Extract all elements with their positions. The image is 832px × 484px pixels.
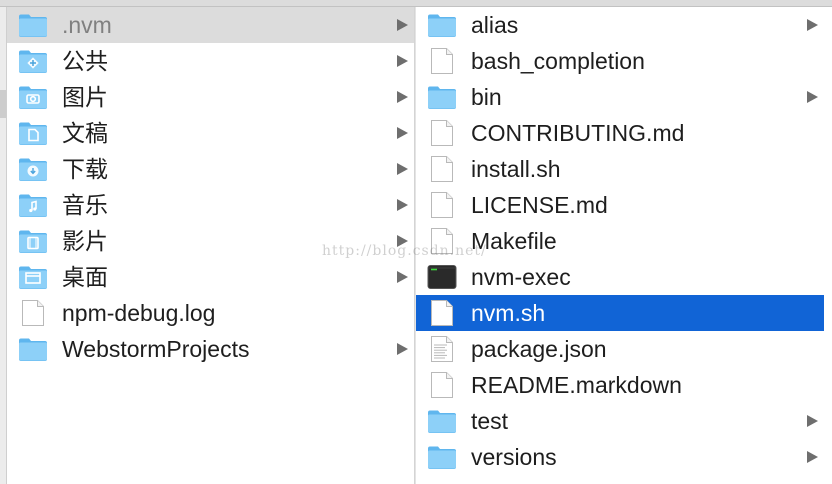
file-row[interactable]: LICENSE.md xyxy=(416,187,824,223)
chevron-right-icon[interactable] xyxy=(397,19,408,31)
chevron-right-icon[interactable] xyxy=(807,91,818,103)
file-row[interactable]: Makefile xyxy=(416,223,824,259)
public-folder-icon xyxy=(18,48,48,74)
desktop-folder-icon xyxy=(18,264,48,290)
item-label: 文稿 xyxy=(62,120,108,146)
folder-row[interactable]: WebstormProjects xyxy=(7,331,414,367)
finder-column-home: .nvm 公共图片文稿下载音乐影片桌面 npm-debug.log WebstormP… xyxy=(7,7,414,367)
file-icon xyxy=(427,120,457,146)
folder-row[interactable]: 桌面 xyxy=(7,259,414,295)
folder-icon xyxy=(18,12,48,38)
folder-icon xyxy=(427,12,457,38)
item-label: npm-debug.log xyxy=(62,300,216,326)
folder-row[interactable]: versions xyxy=(416,439,824,475)
item-label: 公共 xyxy=(62,48,108,74)
folder-row[interactable]: 图片 xyxy=(7,79,414,115)
chevron-right-icon[interactable] xyxy=(807,19,818,31)
chevron-right-icon[interactable] xyxy=(397,343,408,355)
movies-folder-icon xyxy=(18,228,48,254)
folder-row[interactable]: 文稿 xyxy=(7,115,414,151)
chevron-right-icon[interactable] xyxy=(397,91,408,103)
folder-icon xyxy=(427,408,457,434)
item-label: 影片 xyxy=(62,228,108,254)
chevron-right-icon[interactable] xyxy=(397,55,408,67)
file-row[interactable]: nvm-exec xyxy=(416,259,824,295)
file-row[interactable]: nvm.sh xyxy=(416,295,824,331)
window-top-edge xyxy=(0,0,832,7)
item-label: versions xyxy=(471,444,557,470)
folder-icon xyxy=(427,84,457,110)
file-icon xyxy=(427,300,457,326)
item-label: 音乐 xyxy=(62,192,108,218)
text-file-icon xyxy=(427,336,457,362)
pictures-folder-icon xyxy=(18,84,48,110)
item-label: nvm-exec xyxy=(471,264,571,290)
file-row[interactable]: package.json xyxy=(416,331,824,367)
item-label: bash_completion xyxy=(471,48,645,74)
file-row[interactable]: README.markdown xyxy=(416,367,824,403)
file-row[interactable]: npm-debug.log xyxy=(7,295,414,331)
file-icon xyxy=(18,300,48,326)
item-label: WebstormProjects xyxy=(62,336,250,362)
chevron-right-icon[interactable] xyxy=(807,451,818,463)
file-icon xyxy=(427,372,457,398)
chevron-right-icon[interactable] xyxy=(397,163,408,175)
file-row[interactable]: bash_completion xyxy=(416,43,824,79)
downloads-folder-icon xyxy=(18,156,48,182)
music-folder-icon xyxy=(18,192,48,218)
file-icon xyxy=(427,156,457,182)
item-label: test xyxy=(471,408,509,434)
item-label: nvm.sh xyxy=(471,300,546,326)
documents-folder-icon xyxy=(18,120,48,146)
terminal-icon xyxy=(427,264,457,290)
folder-row[interactable]: bin xyxy=(416,79,824,115)
folder-row[interactable]: .nvm xyxy=(7,7,414,43)
folder-row[interactable]: 音乐 xyxy=(7,187,414,223)
chevron-right-icon[interactable] xyxy=(397,199,408,211)
folder-row[interactable]: alias xyxy=(416,7,824,43)
item-label: 图片 xyxy=(62,84,108,110)
file-row[interactable]: install.sh xyxy=(416,151,824,187)
chevron-right-icon[interactable] xyxy=(397,271,408,283)
window-left-edge xyxy=(0,7,7,484)
chevron-right-icon[interactable] xyxy=(397,235,408,247)
item-label: .nvm xyxy=(62,12,112,38)
item-label: README.markdown xyxy=(471,372,682,398)
file-icon xyxy=(427,48,457,74)
folder-row[interactable]: 公共 xyxy=(7,43,414,79)
finder-column-nvm: alias bash_completionbin CONTRIBUTING.md in… xyxy=(416,7,824,475)
item-label: bin xyxy=(471,84,502,110)
item-label: install.sh xyxy=(471,156,561,182)
chevron-right-icon[interactable] xyxy=(807,415,818,427)
item-label: alias xyxy=(471,12,519,38)
file-icon xyxy=(427,228,457,254)
sidebar-edge-marker xyxy=(0,90,6,118)
item-label: Makefile xyxy=(471,228,557,254)
item-label: CONTRIBUTING.md xyxy=(471,120,685,146)
file-icon xyxy=(427,192,457,218)
chevron-right-icon[interactable] xyxy=(397,127,408,139)
file-row[interactable]: CONTRIBUTING.md xyxy=(416,115,824,151)
folder-row[interactable]: 下载 xyxy=(7,151,414,187)
folder-row[interactable]: 影片 xyxy=(7,223,414,259)
item-label: LICENSE.md xyxy=(471,192,608,218)
folder-icon xyxy=(427,444,457,470)
item-label: package.json xyxy=(471,336,607,362)
item-label: 桌面 xyxy=(62,264,108,290)
folder-icon xyxy=(18,336,48,362)
folder-row[interactable]: test xyxy=(416,403,824,439)
item-label: 下载 xyxy=(62,156,108,182)
